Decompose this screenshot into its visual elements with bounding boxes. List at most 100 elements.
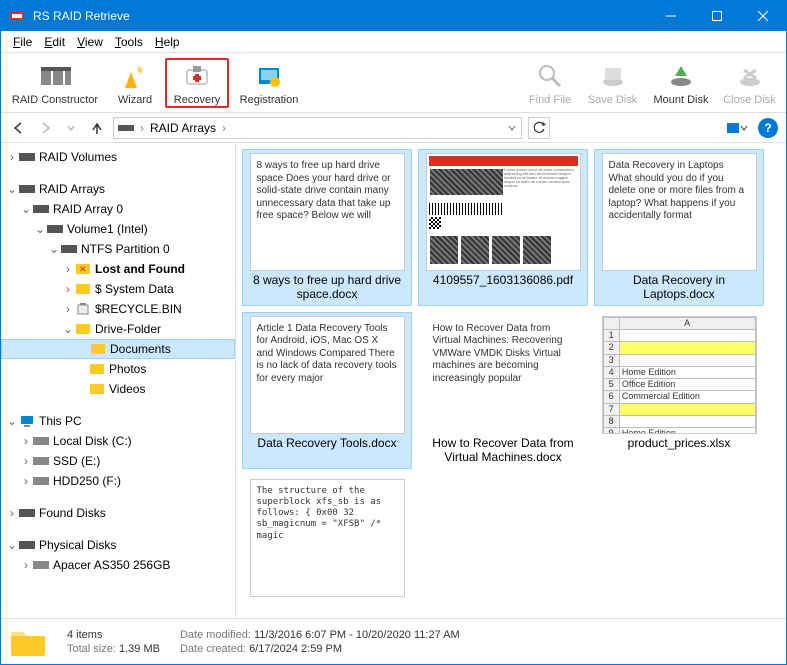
tree-photos[interactable]: Photos	[1, 359, 235, 379]
tree-panel[interactable]: ›RAID Volumes ⌄RAID Arrays ⌄RAID Array 0…	[1, 143, 236, 618]
drive-icon	[33, 433, 49, 449]
tree-recycle[interactable]: ›$RECYCLE.BIN	[1, 299, 235, 319]
tool-wizard[interactable]: Wizard	[105, 60, 165, 106]
tree-documents[interactable]: Documents	[1, 339, 235, 359]
title-bar: RS RAID Retrieve	[1, 1, 786, 31]
tool-label: Recovery	[174, 94, 220, 106]
expander-icon[interactable]: ›	[19, 434, 33, 448]
expander-icon[interactable]: ⌄	[5, 182, 19, 196]
menu-view[interactable]: View	[71, 33, 109, 51]
expander-icon[interactable]: ⌄	[19, 202, 33, 216]
tree-ntfs-partition[interactable]: ⌄NTFS Partition 0	[1, 239, 235, 259]
file-item[interactable]: A 1 2 3 4Home Edition 5Office Edition 6C…	[594, 312, 764, 469]
expander-icon[interactable]: ⌄	[33, 222, 47, 236]
up-button[interactable]	[87, 118, 107, 138]
tree-volume1[interactable]: ⌄Volume1 (Intel)	[1, 219, 235, 239]
expander-icon[interactable]: ⌄	[61, 322, 75, 336]
file-item[interactable]: Lorem ipsum dolor sit amet consectetur a…	[418, 149, 588, 306]
file-item[interactable]: How to Recover Data from Virtual Machine…	[418, 312, 588, 469]
tool-find-file[interactable]: Find File	[520, 60, 580, 106]
tool-mount-disk[interactable]: Mount Disk	[645, 60, 717, 106]
file-item[interactable]: Article 1 Data Recovery Tools for Androi…	[242, 312, 412, 469]
breadcrumb-sep: ›	[222, 121, 226, 135]
tree-raid-arrays[interactable]: ⌄RAID Arrays	[1, 179, 235, 199]
expander-icon[interactable]: ⌄	[5, 538, 19, 552]
chevron-down-icon[interactable]	[507, 123, 517, 133]
status-items: 4 items	[67, 629, 160, 641]
expander-icon[interactable]: ⌄	[47, 242, 61, 256]
expander-icon[interactable]: ›	[5, 150, 19, 164]
expander-icon[interactable]: ›	[19, 558, 33, 572]
pc-icon	[19, 413, 35, 429]
nav-bar: › RAID Arrays › ?	[1, 113, 786, 143]
file-item[interactable]: The structure of the superblock xfs_sb i…	[242, 475, 412, 603]
expander-icon[interactable]: ›	[61, 282, 75, 296]
menu-file[interactable]: File	[7, 33, 38, 51]
expander-icon[interactable]: ›	[5, 506, 19, 520]
expander-icon[interactable]: ›	[19, 474, 33, 488]
drive-icon	[19, 505, 35, 521]
menu-tools[interactable]: Tools	[109, 33, 149, 51]
file-preview: 8 ways to free up hard drive space Does …	[250, 153, 405, 271]
file-item[interactable]: Data Recovery in Laptops What should you…	[594, 149, 764, 306]
history-dropdown[interactable]	[61, 118, 81, 138]
drive-icon	[19, 149, 35, 165]
breadcrumb[interactable]: › RAID Arrays ›	[113, 117, 522, 139]
drive-icon	[33, 453, 49, 469]
tool-close-disk[interactable]: Close Disk	[717, 60, 782, 106]
tool-label: Wizard	[118, 94, 152, 106]
tree-lost-found[interactable]: ›✕Lost and Found	[1, 259, 235, 279]
breadcrumb-item[interactable]: RAID Arrays	[150, 121, 216, 135]
toolbar: RAID Constructor Wizard Recovery Registr…	[1, 53, 786, 113]
file-name: 8 ways to free up hard drive space.docx	[247, 273, 407, 302]
tree-local-c[interactable]: ›Local Disk (C:)	[1, 431, 235, 451]
tool-registration[interactable]: Registration	[229, 60, 309, 106]
tree-hdd-f[interactable]: ›HDD250 (F:)	[1, 471, 235, 491]
tool-label: RAID Constructor	[12, 94, 98, 106]
view-mode-button[interactable]	[722, 118, 752, 138]
tree-raid-volumes[interactable]: ›RAID Volumes	[1, 147, 235, 167]
tool-raid-constructor[interactable]: RAID Constructor	[5, 60, 105, 106]
file-name: Data Recovery in Laptops.docx	[599, 273, 759, 302]
registration-icon	[253, 60, 285, 92]
tool-recovery[interactable]: Recovery	[165, 58, 229, 108]
tree-system-data[interactable]: ›$ System Data	[1, 279, 235, 299]
file-preview: How to Recover Data from Virtual Machine…	[426, 316, 581, 434]
expander-icon[interactable]: ⌄	[5, 414, 19, 428]
tree-raid-array-0[interactable]: ⌄RAID Array 0	[1, 199, 235, 219]
status-size-value: 1.39 MB	[119, 643, 160, 655]
maximize-button[interactable]	[694, 1, 740, 31]
expander-icon[interactable]: ›	[61, 262, 75, 276]
tree-drive-folder[interactable]: ⌄Drive-Folder	[1, 319, 235, 339]
minimize-button[interactable]	[648, 1, 694, 31]
file-item[interactable]: 8 ways to free up hard drive space Does …	[242, 149, 412, 306]
tree-physical-disks[interactable]: ⌄Physical Disks	[1, 535, 235, 555]
expander-icon[interactable]: ›	[61, 302, 75, 316]
status-size-label: Total size:	[67, 643, 116, 655]
drive-icon	[33, 201, 49, 217]
refresh-button[interactable]	[528, 117, 550, 139]
tree-videos[interactable]: Videos	[1, 379, 235, 399]
close-button[interactable]	[740, 1, 786, 31]
status-created-label: Date created:	[180, 643, 246, 655]
content-pane[interactable]: 8 ways to free up hard drive space Does …	[236, 143, 786, 618]
status-created-value: 6/17/2024 2:59 PM	[249, 643, 342, 655]
menu-help[interactable]: Help	[149, 33, 186, 51]
window-title: RS RAID Retrieve	[33, 9, 648, 23]
tree-this-pc[interactable]: ⌄This PC	[1, 411, 235, 431]
tree-found-disks[interactable]: ›Found Disks	[1, 503, 235, 523]
drive-icon	[19, 537, 35, 553]
drive-icon	[33, 557, 49, 573]
mount-disk-icon	[665, 60, 697, 92]
tool-save-disk[interactable]: Save Disk	[580, 60, 645, 106]
tree-ssd-e[interactable]: ›SSD (E:)	[1, 451, 235, 471]
back-button[interactable]	[9, 118, 29, 138]
forward-button[interactable]	[35, 118, 55, 138]
tool-label: Registration	[240, 94, 299, 106]
tool-label: Find File	[529, 94, 571, 106]
expander-icon[interactable]: ›	[19, 454, 33, 468]
help-button[interactable]: ?	[758, 118, 778, 138]
folder-icon	[90, 341, 106, 357]
tree-apacer[interactable]: ›Apacer AS350 256GB	[1, 555, 235, 575]
menu-edit[interactable]: Edit	[38, 33, 71, 51]
